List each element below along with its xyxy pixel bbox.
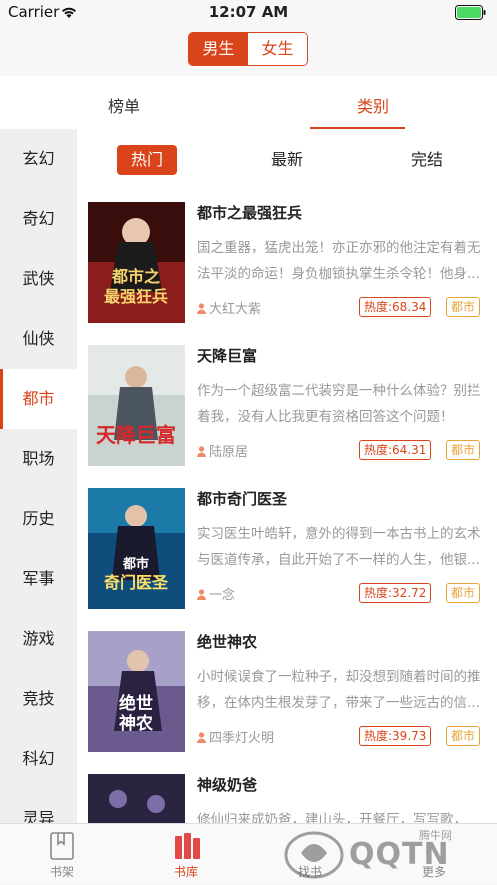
book-description: 小时候误食了一粒种子，却没想到随着时间的推移，在体内生根发芽了，带来了一些远古的… [197,669,481,711]
gender-toggle: 男生 女生 [188,32,308,66]
author-icon [197,303,206,314]
tab-library-label: 书库 [173,865,198,879]
category-badge: 都市 [446,583,481,603]
status-bar: Carrier 12:07 AM [0,0,497,26]
tab-bookshelf[interactable]: 书架 [0,824,124,884]
svg-text:奇门医圣: 奇门医圣 [104,573,169,592]
book-author: 大红大紫 [197,298,261,317]
tab-ranking[interactable]: 榜单 [108,93,140,117]
book-author: 一念 [197,584,235,603]
filter-bar: 热门 最新 完结 [77,129,497,189]
library-icon [175,833,200,859]
book-title: 天降巨富 [197,347,258,365]
gender-male-button[interactable]: 男生 [189,33,248,65]
sidebar-item-xianxia[interactable]: 仙侠 [0,309,77,369]
watermark-text: QQTN [349,837,450,872]
battery-icon [455,5,486,20]
top-tabs: 榜单 类别 [0,76,497,129]
sidebar-item-zhichang[interactable]: 职场 [0,429,77,489]
book-title: 都市之最强狂兵 [197,204,303,222]
sidebar-item-lishi[interactable]: 历史 [0,489,77,549]
svg-text:绝世: 绝世 [119,693,153,714]
book-author: 四季灯火明 [197,727,274,746]
book-item[interactable]: 神级奶爸 修仙归来成奶爸，建山头，开餐厅，写写歌，泡... [77,774,497,823]
category-badge: 都市 [446,726,481,746]
book-description: 作为一个超级富二代装穷是一种什么体验？别拦着我，没有人比我更有资格回答这个问题！ [197,383,481,425]
book-author: 陆原居 [197,441,248,460]
category-badge: 都市 [446,297,481,317]
sidebar-item-junshi[interactable]: 军事 [0,549,77,609]
heat-badge: 热度:39.73 [359,726,432,746]
sidebar-item-qihuan[interactable]: 奇幻 [0,189,77,249]
filter-newest[interactable]: 最新 [271,145,303,175]
gender-female-button[interactable]: 女生 [248,33,307,65]
book-item[interactable]: 绝世 神农 绝世神农 小时候误食了一粒种子，却没想到随着时间的推移，在体内生根发… [77,631,497,774]
filter-finished[interactable]: 完结 [411,145,443,175]
book-item[interactable]: 天降巨富 天降巨富 作为一个超级富二代装穷是一种什么体验？别拦着我，没有人比我更… [77,345,497,488]
book-list-panel: 热门 最新 完结 都市之 最强狂兵 都市之最强狂兵 国之重器，猛虎出笼！亦正亦邪… [77,129,497,823]
author-icon [197,446,206,457]
book-cover[interactable]: 都市之 最强狂兵 [88,202,185,323]
gender-bar: 男生 女生 [0,26,497,76]
heat-badge: 热度:32.72 [359,583,432,603]
author-name: 一念 [209,588,236,603]
clock: 12:07 AM [208,3,289,21]
sidebar-item-youxi[interactable]: 游戏 [0,609,77,669]
book-cover[interactable]: 绝世 神农 [88,631,185,752]
sidebar-item-xuanhuan[interactable]: 玄幻 [0,129,77,189]
book-title: 都市奇门医圣 [197,490,288,508]
book-description: 实习医生叶皓轩，意外的得到一本古书上的玄术与医道传承，自此开始了不一样的人生，他… [197,526,481,568]
author-name: 四季灯火明 [209,731,275,746]
book-title: 绝世神农 [197,633,258,651]
author-icon [197,589,206,600]
category-sidebar: 玄幻 奇幻 武侠 仙侠 都市 职场 历史 军事 游戏 竞技 科幻 灵异 [0,129,77,823]
book-item[interactable]: 都市 奇门医圣 都市奇门医圣 实习医生叶皓轩，意外的得到一本古书上的玄术与医道传… [77,488,497,631]
svg-text:天降巨富: 天降巨富 [96,423,176,447]
book-cover[interactable]: 天降巨富 [88,345,185,466]
author-icon [197,732,206,743]
sidebar-item-kehuan[interactable]: 科幻 [0,729,77,789]
bookshelf-icon [50,832,74,860]
sidebar-item-dushi[interactable]: 都市 [0,369,77,429]
book-cover[interactable]: 都市 奇门医圣 [88,488,185,609]
svg-text:都市: 都市 [122,556,149,572]
book-title: 神级奶爸 [197,776,258,794]
sidebar-item-wuxia[interactable]: 武侠 [0,249,77,309]
watermark-emblem-icon [284,831,344,879]
book-description: 修仙归来成奶爸，建山头，开餐厅，写写歌，泡... [197,812,467,823]
author-name: 大红大紫 [209,302,262,317]
tab-bookshelf-label: 书架 [49,865,74,879]
tab-category[interactable]: 类别 [357,93,389,117]
heat-badge: 热度:64.31 [359,440,432,460]
sidebar-item-lingyi[interactable]: 灵异 [0,789,77,823]
tab-library[interactable]: 书库 [124,824,248,884]
heat-badge: 热度:68.34 [359,297,432,317]
filter-hot[interactable]: 热门 [117,145,177,175]
category-badge: 都市 [446,440,481,460]
book-description: 国之重器，猛虎出笼！亦正亦邪的他注定有着无法平淡的命运！身负枷锁执掌生杀令轮！他… [197,240,481,282]
watermark-logo: 腾牛网 QQTN [279,825,489,881]
book-item[interactable]: 都市之 最强狂兵 都市之最强狂兵 国之重器，猛虎出笼！亦正亦邪的他注定有着无法平… [77,202,497,345]
svg-text:最强狂兵: 最强狂兵 [104,287,168,306]
svg-text:神农: 神农 [119,713,153,734]
book-cover[interactable] [88,774,185,823]
svg-text:都市之: 都市之 [111,267,160,286]
sidebar-item-jingji[interactable]: 竞技 [0,669,77,729]
author-name: 陆原居 [209,445,249,460]
